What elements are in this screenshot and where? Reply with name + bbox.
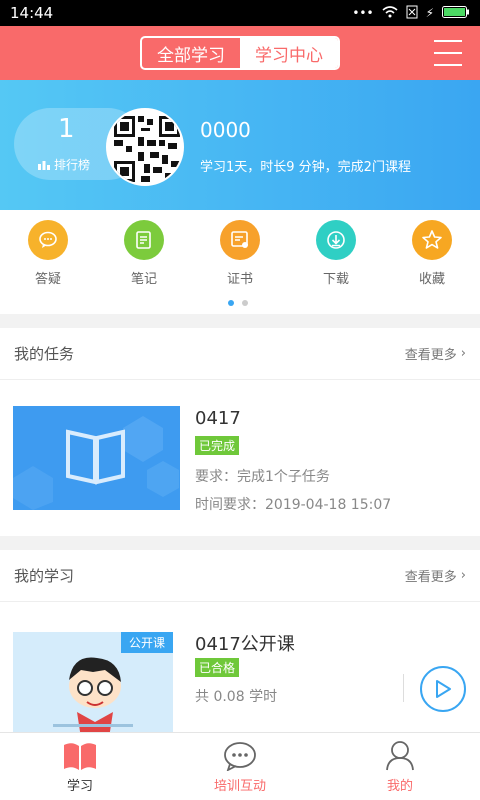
status-icons: ••• ⚡ [352, 5, 470, 22]
tab-training-label: 培训互动 [213, 779, 266, 794]
task-status-badge: 已完成 [195, 436, 240, 455]
tasks-more-label: 查看更多 [404, 348, 457, 363]
rank-number: 1 [58, 114, 75, 144]
shortcut-notes-label: 笔记 [130, 272, 157, 287]
divider [403, 674, 404, 702]
menu-icon[interactable] [434, 40, 462, 66]
task-thumbnail[interactable] [13, 406, 180, 510]
avatar[interactable] [106, 108, 184, 186]
star-icon [412, 220, 452, 260]
chat-bubble-icon [28, 220, 68, 260]
tab-study[interactable]: 学习 [0, 733, 160, 800]
certificate-icon [220, 220, 260, 260]
task-name[interactable]: 0417 [195, 408, 241, 429]
chevron-right-icon: › [460, 568, 466, 583]
bar-chart-icon [38, 161, 50, 170]
my-tasks-card: 我的任务 查看更多 › 0417 已完成 要求：完成1个子任务 时间要求：201… [0, 328, 480, 536]
course-thumbnail[interactable]: 公开课 [13, 632, 173, 732]
message-icon [224, 742, 256, 771]
course-name[interactable]: 0417公开课 [195, 630, 295, 656]
tab-training[interactable]: 培训互动 [160, 733, 320, 800]
course-tag: 公开课 [120, 632, 173, 653]
learning-more-link[interactable]: 查看更多 › [405, 566, 466, 585]
shortcut-notes[interactable]: 笔记 [104, 220, 184, 287]
segment-learning-center[interactable]: 学习中心 [240, 38, 338, 68]
page-dot-2[interactable] [242, 300, 248, 306]
tasks-more-link[interactable]: 查看更多 › [405, 344, 466, 363]
chevron-right-icon: › [460, 346, 466, 361]
tab-mine-label: 我的 [386, 779, 413, 794]
sim-icon [406, 5, 418, 22]
rank-label-row: 排行榜 [38, 156, 90, 173]
shortcut-favorites-label: 收藏 [418, 272, 445, 287]
shortcut-certificate-label: 证书 [226, 272, 253, 287]
download-icon [316, 220, 356, 260]
bottom-tab-bar: 学习 培训互动 我的 [0, 732, 480, 800]
course-hours: 共 0.08 学时 [195, 689, 278, 705]
task-requirement: 要求：完成1个子任务 [195, 469, 330, 485]
tab-mine[interactable]: 我的 [320, 733, 480, 800]
status-bar: 14:44 ••• ⚡ [0, 0, 480, 26]
my-learning-card: 我的学习 查看更多 › 公开课 0417公开课 已合格 共 0.08 学时 [0, 550, 480, 732]
my-learning-header: 我的学习 查看更多 › [0, 550, 480, 602]
profile-banner: 1 排行榜 0000 学习1天，时长9 分钟，完成2门课程 [0, 80, 480, 210]
course-status-badge: 已合格 [195, 658, 240, 677]
learning-more-label: 查看更多 [404, 570, 457, 585]
rank-label: 排行榜 [54, 158, 91, 172]
segment-control: 全部学习 学习中心 [140, 36, 340, 70]
play-icon [436, 680, 451, 698]
tab-study-label: 学习 [66, 779, 93, 794]
shortcut-download-label: 下载 [322, 272, 349, 287]
shortcut-qa[interactable]: 答疑 [8, 220, 88, 287]
my-learning-title: 我的学习 [14, 567, 75, 585]
shortcut-panel: 答疑 笔记 证书 下载 收藏 [0, 210, 480, 314]
shortcut-qa-label: 答疑 [34, 272, 61, 287]
user-icon [386, 741, 414, 771]
shortcut-favorites[interactable]: 收藏 [392, 220, 472, 287]
learning-summary: 学习1天，时长9 分钟，完成2门课程 [200, 160, 411, 175]
page-indicator [228, 300, 248, 306]
shortcut-download[interactable]: 下载 [296, 220, 376, 287]
charging-icon: ⚡ [425, 6, 434, 20]
battery-icon [442, 5, 470, 21]
shortcut-certificate[interactable]: 证书 [200, 220, 280, 287]
top-bar: 全部学习 学习中心 [0, 26, 480, 80]
wifi-icon [382, 5, 398, 21]
username: 0000 [200, 118, 251, 142]
book-icon [64, 743, 96, 770]
signal-dots-icon: ••• [352, 6, 374, 20]
play-button[interactable] [420, 666, 466, 712]
notebook-icon [124, 220, 164, 260]
status-time: 14:44 [10, 4, 54, 22]
task-time: 时间要求：2019-04-18 15:07 [195, 497, 392, 513]
page-dot-1[interactable] [228, 300, 234, 306]
my-tasks-header: 我的任务 查看更多 › [0, 328, 480, 380]
my-tasks-title: 我的任务 [14, 345, 75, 363]
segment-all-learning[interactable]: 全部学习 [142, 38, 240, 68]
